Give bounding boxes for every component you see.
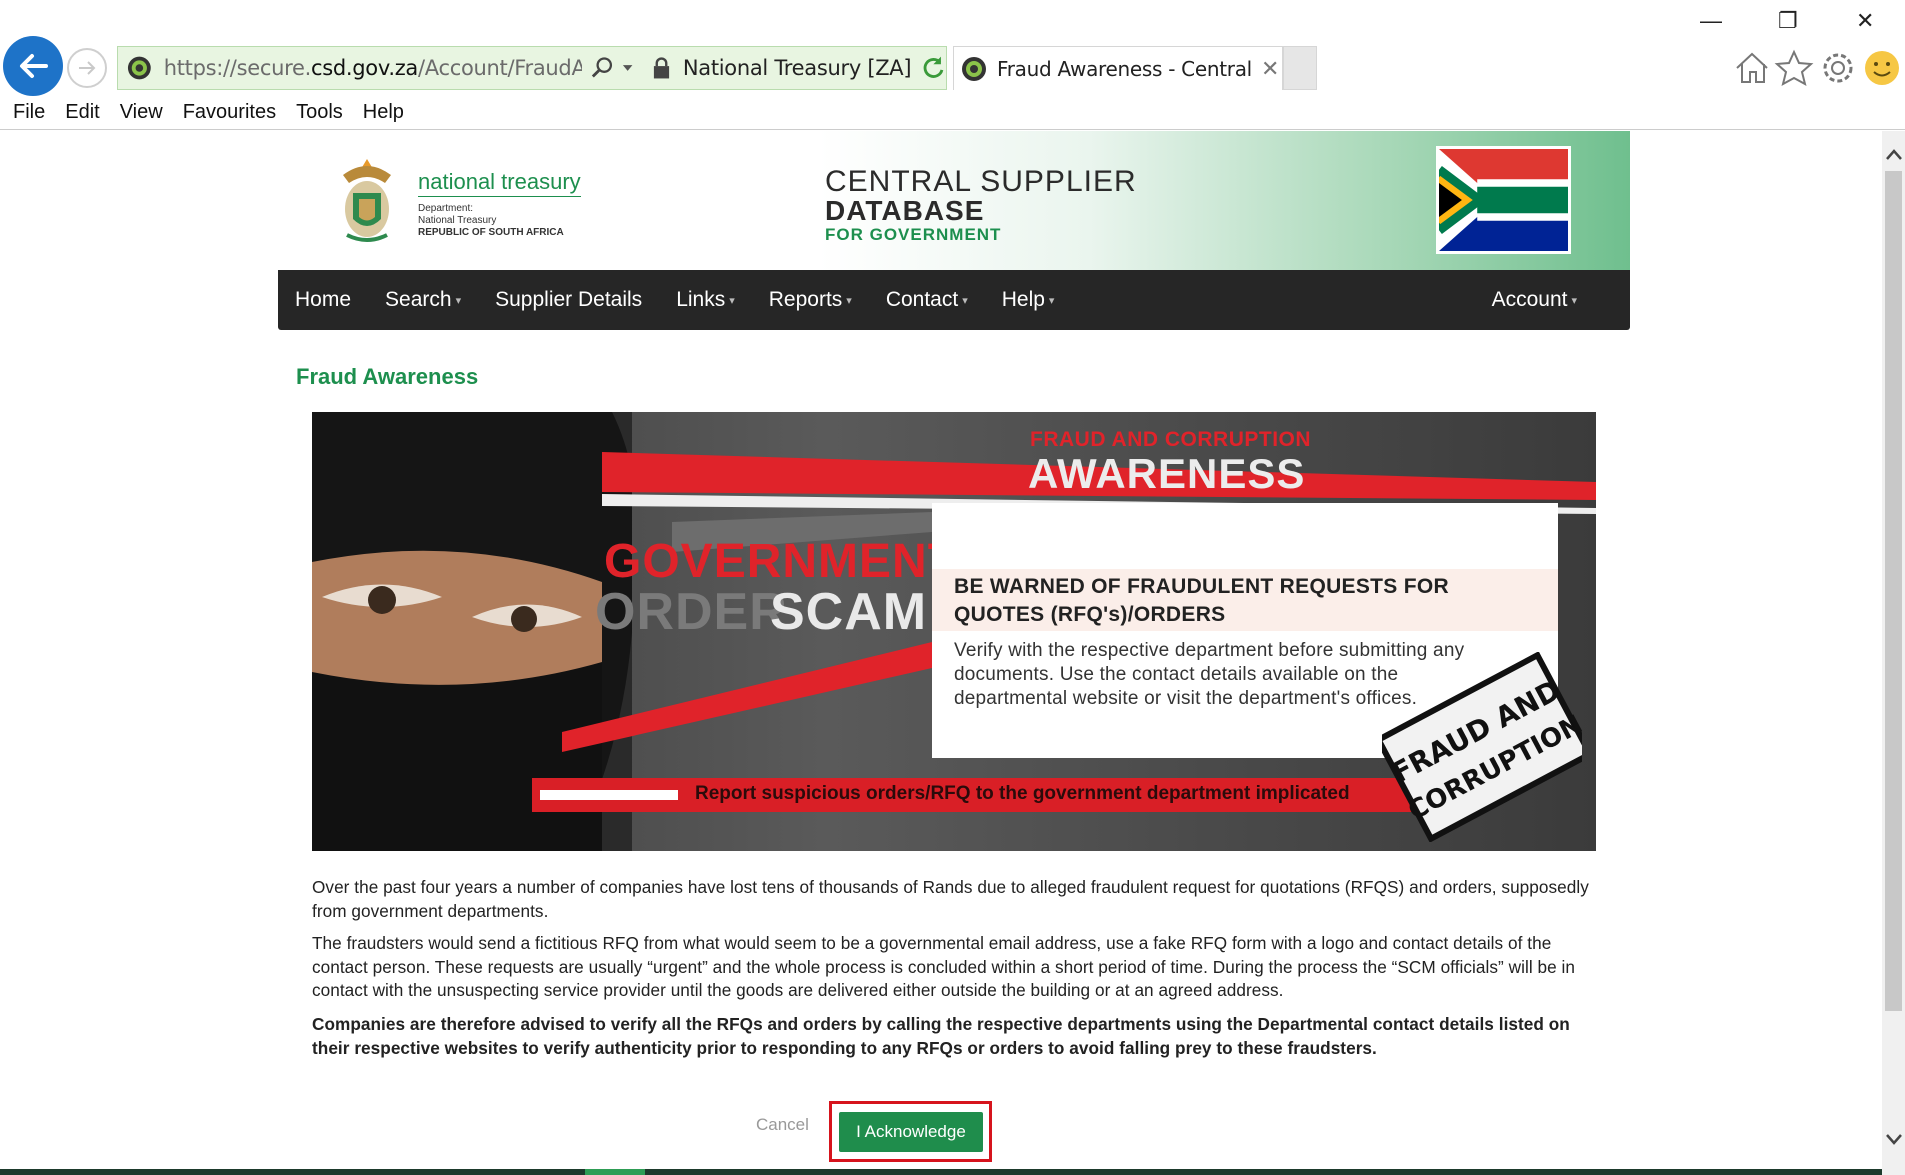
banner-heading-large: AWARENESS — [1028, 450, 1306, 497]
arrow-left-icon — [20, 54, 48, 78]
forward-button[interactable] — [67, 48, 107, 88]
report-text: Report suspicious orders/RFQ to the gove… — [695, 783, 1350, 804]
cancel-link[interactable]: Cancel — [756, 1115, 809, 1135]
url-text[interactable]: https://secure.csd.gov.za/Account/FraudA… — [164, 56, 582, 80]
caret-down-icon: ▾ — [846, 294, 852, 307]
minimize-button[interactable]: — — [1700, 8, 1722, 34]
treasury-dept-line1: Department: — [418, 203, 474, 214]
nav-supplier-details-label: Supplier Details — [495, 288, 643, 311]
site-favicon-icon — [127, 56, 151, 80]
csd-title-line2: DATABASE — [825, 195, 985, 226]
vertical-scrollbar[interactable] — [1882, 131, 1905, 1175]
url-domain: csd.gov.za — [310, 56, 419, 80]
nav-contact-label: Contact — [885, 288, 959, 311]
site-header: national treasury Department: National T… — [278, 131, 1630, 270]
report-bar-accent — [540, 790, 678, 800]
chevron-down-icon[interactable] — [621, 61, 634, 75]
treasury-country: REPUBLIC OF SOUTH AFRICA — [418, 227, 564, 238]
csd-title-line3: FOR GOVERNMENT — [825, 225, 1002, 244]
treasury-name: national treasury — [418, 169, 581, 197]
fraud-awareness-banner: FRAUD AND CORRUPTION AWARENESS GOVERNMEN… — [312, 412, 1596, 851]
footer-accent — [585, 1169, 645, 1175]
nav-links[interactable]: Links ▾ — [659, 288, 752, 312]
nav-reports-label: Reports — [768, 288, 843, 311]
close-window-button[interactable]: ✕ — [1856, 8, 1874, 34]
nav-links-label: Links — [676, 288, 726, 311]
nav-home[interactable]: Home — [278, 288, 368, 312]
menu-bar: File Edit View Favourites Tools Help — [0, 96, 1905, 130]
paragraph-advice: Companies are therefore advised to verif… — [312, 1014, 1570, 1058]
home-icon[interactable] — [1732, 48, 1772, 88]
acknowledge-button[interactable]: I Acknowledge — [839, 1112, 983, 1152]
treasury-dept-line2: National Treasury — [418, 215, 497, 226]
menu-help[interactable]: Help — [363, 101, 404, 124]
nav-account[interactable]: Account ▾ — [1475, 288, 1594, 312]
caret-down-icon: ▾ — [729, 294, 735, 307]
nav-contact[interactable]: Contact ▾ — [869, 288, 985, 312]
url-prefix: https://secure. — [163, 56, 312, 80]
certificate-label[interactable]: National Treasury [ZA] — [683, 56, 912, 80]
scroll-up-icon[interactable] — [1884, 145, 1904, 165]
refresh-icon[interactable] — [921, 55, 946, 81]
paragraph-details: The fraudsters would send a fictitious R… — [312, 933, 1576, 1000]
caret-down-icon: ▾ — [1048, 294, 1055, 307]
tab-close-icon[interactable]: ✕ — [1261, 56, 1279, 82]
warning-box-title: BE WARNED OF FRAUDULENT REQUESTS FOR QUO… — [954, 575, 1449, 626]
nav-search-label: Search — [385, 288, 452, 311]
search-icon[interactable] — [590, 55, 615, 81]
favorites-star-icon[interactable] — [1774, 48, 1814, 88]
coat-of-arms-logo[interactable] — [333, 153, 401, 245]
back-button[interactable] — [3, 36, 63, 96]
caret-down-icon: ▾ — [1571, 294, 1577, 307]
fraud-corruption-stamp: FRAUD AND CORRUPTION — [1382, 652, 1582, 842]
paragraph-intro: Over the past four years a number of com… — [312, 877, 1589, 921]
south-africa-flag — [1436, 146, 1571, 254]
tab-title: Fraud Awareness - Central S... — [997, 56, 1259, 81]
nav-home-label: Home — [295, 288, 352, 311]
web-page: national treasury Department: National T… — [0, 131, 1882, 1175]
restore-button[interactable]: ❐ — [1778, 8, 1798, 34]
page-title: Fraud Awareness — [296, 364, 479, 389]
address-bar[interactable]: https://secure.csd.gov.za/Account/FraudA… — [117, 46, 947, 90]
banner-scam-scam: SCAM — [770, 583, 928, 641]
tab-fraud-awareness[interactable]: Fraud Awareness - Central S... ✕ — [953, 46, 1283, 90]
nav-account-label: Account — [1491, 288, 1568, 311]
nav-supplier-details[interactable]: Supplier Details — [478, 288, 659, 312]
caret-down-icon: ▾ — [455, 294, 462, 307]
csd-title-line1: CENTRAL SUPPLIER — [825, 165, 1137, 198]
tab-favicon-icon — [962, 56, 986, 81]
menu-file[interactable]: File — [13, 101, 45, 124]
nav-search[interactable]: Search ▾ — [368, 288, 478, 312]
menu-edit[interactable]: Edit — [65, 101, 99, 124]
browser-chrome: https://secure.csd.gov.za/Account/FraudA… — [0, 0, 1905, 131]
footer-strip — [0, 1169, 1882, 1175]
treasury-department: Department: National Treasury — [418, 203, 496, 227]
caret-down-icon: ▾ — [962, 294, 968, 307]
menu-tools[interactable]: Tools — [296, 101, 343, 124]
scrollbar-thumb[interactable] — [1885, 171, 1902, 1011]
new-tab-button[interactable] — [1283, 46, 1317, 90]
url-path: /Account/FraudAwareness — [418, 56, 582, 80]
arrow-right-icon — [79, 61, 96, 75]
menu-favourites[interactable]: Favourites — [183, 101, 276, 124]
main-navigation: Home Search ▾ Supplier Details Links ▾ Rep… — [278, 270, 1630, 330]
banner-heading-small: FRAUD AND CORRUPTION — [1030, 428, 1312, 451]
lock-icon[interactable] — [652, 56, 671, 80]
scroll-down-icon[interactable] — [1884, 1129, 1904, 1149]
nav-help-label: Help — [1001, 288, 1045, 311]
banner-scam-line1: GOVERNMENT — [604, 535, 959, 588]
menu-view[interactable]: View — [120, 101, 163, 124]
feedback-smiley-icon[interactable] — [1862, 48, 1902, 88]
nav-help[interactable]: Help ▾ — [985, 288, 1072, 312]
gear-icon[interactable] — [1818, 48, 1858, 88]
nav-reports[interactable]: Reports ▾ — [752, 288, 869, 312]
banner-scam-order: ORDER — [595, 583, 788, 641]
